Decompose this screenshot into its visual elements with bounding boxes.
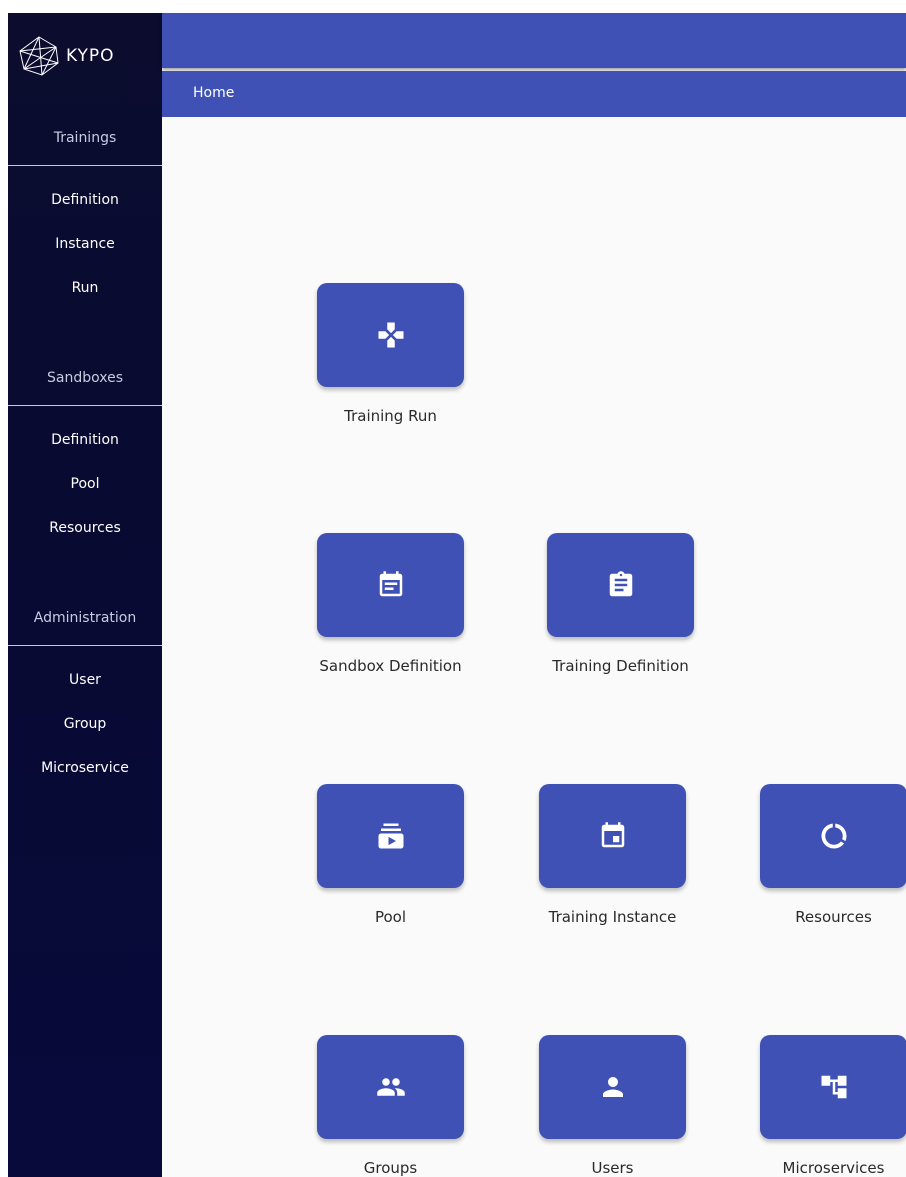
breadcrumb: Home: [162, 71, 906, 117]
training-instance-button[interactable]: [539, 784, 686, 888]
assignment-icon: [609, 571, 632, 597]
users-button[interactable]: [539, 1035, 686, 1139]
tile-label: Users: [591, 1159, 634, 1177]
top-toolbar: [162, 13, 906, 68]
brand-name: KYPO: [66, 46, 115, 66]
nav-divider: [8, 165, 162, 166]
pool-button[interactable]: [317, 784, 464, 888]
nav-item-group[interactable]: Group: [8, 702, 162, 746]
tile-label: Microservices: [782, 1159, 885, 1177]
tile-label: Sandbox Definition: [319, 657, 462, 675]
nav-heading-trainings: Trainings: [53, 130, 117, 146]
nav-divider: [8, 645, 162, 646]
tile-label: Training Run: [344, 407, 437, 425]
nav-item-user[interactable]: User: [8, 658, 162, 702]
sandbox-definition-button[interactable]: [317, 533, 464, 637]
nav-heading-sandboxes: Sandboxes: [46, 370, 123, 386]
people-icon: [376, 1078, 405, 1096]
event-note-icon: [379, 571, 402, 597]
logo[interactable]: KYPO: [18, 35, 115, 77]
breadcrumb-home[interactable]: Home: [193, 85, 234, 101]
subscriptions-icon: [378, 823, 403, 849]
nav-section-sandboxes: Sandboxes Definition Pool Resources: [8, 363, 162, 550]
kypo-logo-icon: [19, 36, 59, 76]
nav-item-pool[interactable]: Pool: [8, 462, 162, 506]
sidebar: KYPO Trainings Definition Instance Run S…: [8, 13, 162, 1177]
data-usage-icon: [821, 823, 846, 849]
nav-item-training-instance[interactable]: Instance: [8, 222, 162, 266]
nav-item-sandbox-definition[interactable]: Definition: [8, 418, 162, 462]
gamepad-icon: [378, 322, 403, 348]
app-window: KYPO Trainings Definition Instance Run S…: [8, 13, 906, 1177]
training-run-button[interactable]: [317, 283, 464, 387]
nav-section-trainings: Trainings Definition Instance Run: [8, 123, 162, 310]
nav-divider: [8, 405, 162, 406]
person-icon: [602, 1077, 623, 1097]
event-icon: [601, 822, 624, 848]
account-tree-icon: [821, 1075, 846, 1099]
nav-section-administration: Administration User Group Microservice: [8, 603, 162, 790]
microservices-button[interactable]: [760, 1035, 906, 1139]
tile-label: Resources: [795, 908, 872, 926]
resources-button[interactable]: [760, 784, 906, 888]
nav-item-resources[interactable]: Resources: [8, 506, 162, 550]
tile-label: Groups: [363, 1159, 418, 1177]
tile-label: Training Definition: [552, 657, 689, 675]
nav-heading-administration: Administration: [33, 610, 137, 626]
nav-item-training-definition[interactable]: Definition: [8, 178, 162, 222]
nav-item-microservice[interactable]: Microservice: [8, 746, 162, 790]
tile-label: Training Instance: [548, 908, 677, 926]
nav-item-training-run[interactable]: Run: [8, 266, 162, 310]
tile-label: Pool: [374, 908, 407, 926]
training-definition-button[interactable]: [547, 533, 694, 637]
groups-button[interactable]: [317, 1035, 464, 1139]
